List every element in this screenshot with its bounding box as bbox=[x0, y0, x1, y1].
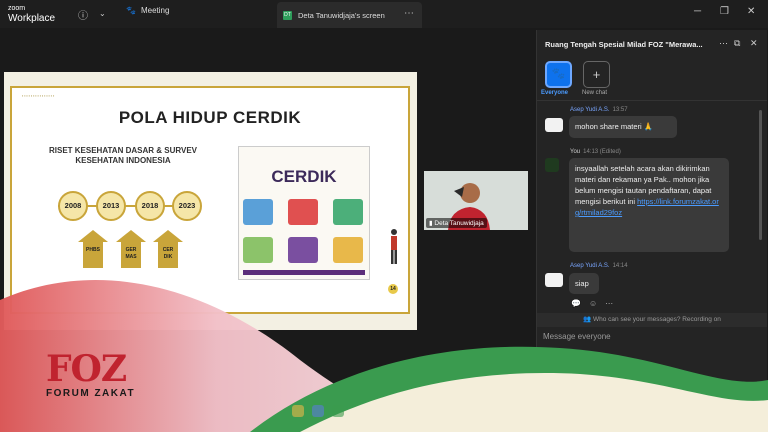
taskbar bbox=[292, 405, 344, 417]
message-header: Asep Yudi A.S. 14:14 bbox=[570, 263, 628, 269]
more-options-icon[interactable]: ⋯ bbox=[719, 38, 728, 49]
close-icon[interactable]: ✕ bbox=[747, 6, 755, 17]
brand-small: zoom bbox=[8, 5, 26, 12]
brand-large: Workplace bbox=[8, 13, 56, 24]
reply-icon[interactable]: 💬 bbox=[571, 299, 581, 308]
clock: 14:16 bbox=[740, 406, 757, 413]
sender-name: Asep Yudi A.S. bbox=[570, 107, 610, 113]
foz-logo-subtitle: FORUM ZAKAT bbox=[46, 388, 136, 399]
message-bubble: siap bbox=[569, 273, 599, 294]
slide-header-text: ▪ ▪ ▪ ▪ ▪ ▪ ▪ ▪ ▪ ▪ ▪ ▪ ▪ ▪ ▪ bbox=[22, 94, 55, 98]
avatar bbox=[545, 273, 563, 287]
poster-tile bbox=[288, 199, 318, 225]
restore-icon[interactable]: ❐ bbox=[720, 6, 729, 17]
app-logo: zoom Workplace bbox=[8, 4, 56, 24]
privacy-notice-text: Who can see your messages? Recording on bbox=[593, 316, 721, 323]
up-arrow: PHBS bbox=[78, 230, 108, 268]
year-circle: 2023 bbox=[172, 191, 202, 221]
folder-icon[interactable] bbox=[292, 405, 304, 417]
people-icon: 👥 bbox=[583, 316, 592, 323]
minimize-icon[interactable]: ─ bbox=[694, 6, 701, 17]
avatar bbox=[545, 118, 563, 132]
presentation-slide: ▪ ▪ ▪ ▪ ▪ ▪ ▪ ▪ ▪ ▪ ▪ ▪ ▪ ▪ ▪ POLA HIDUP… bbox=[10, 86, 410, 314]
up-arrow: CER DIK bbox=[153, 230, 183, 268]
arrow-label: PHBS bbox=[83, 242, 103, 268]
year-circle: 2013 bbox=[96, 191, 126, 221]
paw-icon: 🐾 bbox=[551, 68, 566, 80]
more-icon[interactable]: ⋯ bbox=[605, 299, 613, 308]
privacy-notice[interactable]: 👥 Who can see your messages? Recording o… bbox=[537, 313, 767, 327]
runner-figure bbox=[391, 229, 397, 264]
up-arrow: GER MAS bbox=[116, 230, 146, 268]
chevron-down-icon[interactable]: ⌄ bbox=[99, 9, 106, 18]
foz-logo-text: FOZ bbox=[46, 348, 127, 390]
more-options-icon[interactable]: ⋯ bbox=[404, 8, 414, 19]
pop-out-icon[interactable]: ⧉ bbox=[734, 38, 740, 49]
signal-icon: ▮ bbox=[429, 220, 433, 227]
message-header: You 14:13 (Edited) bbox=[570, 149, 621, 155]
chat-panel: Ruang Tengah Spesial Milad FOZ "Merawa..… bbox=[536, 30, 767, 430]
message-bubble: mohon share materi 🙏 bbox=[569, 116, 677, 138]
shared-screen: ▪ ▪ ▪ ▪ ▪ ▪ ▪ ▪ ▪ ▪ ▪ ▪ ▪ ▪ ▪ POLA HIDUP… bbox=[4, 72, 417, 330]
message-input[interactable]: Message everyone bbox=[543, 332, 611, 341]
plus-icon: + bbox=[592, 67, 601, 82]
participant-name-label: ▮ Deta Tanuwidjaja bbox=[426, 218, 487, 228]
new-chat-button[interactable]: + bbox=[583, 61, 610, 88]
presenter-avatar: DT bbox=[283, 10, 292, 20]
arrow-label: GER MAS bbox=[121, 242, 141, 268]
message-bubble: insyaallah setelah acara akan dikirimkan… bbox=[569, 158, 729, 252]
riset-heading: RISET KESEHATAN DASAR & SURVEV KESEHATAN… bbox=[48, 146, 198, 165]
year-circle: 2018 bbox=[135, 191, 165, 221]
app-icon[interactable] bbox=[332, 405, 344, 417]
divider bbox=[537, 100, 767, 101]
info-icon[interactable]: ⓘ bbox=[78, 7, 88, 22]
poster-tile bbox=[333, 199, 363, 225]
poster-footer-bar bbox=[243, 270, 365, 275]
close-icon[interactable]: ✕ bbox=[750, 38, 758, 49]
message-header: Asep Yudi A.S. 13:57 bbox=[570, 107, 628, 113]
meeting-button[interactable]: 🐾 Meeting bbox=[126, 6, 169, 15]
teams-icon[interactable] bbox=[312, 405, 324, 417]
title-bar: zoom Workplace ⓘ ⌄ 🐾 Meeting DT Deta Tan… bbox=[0, 0, 768, 28]
meeting-label: Meeting bbox=[140, 6, 170, 15]
poster-tile bbox=[243, 199, 273, 225]
message-time: 14:14 bbox=[612, 263, 628, 269]
cerdik-poster: CERDIK bbox=[238, 146, 370, 280]
page-number: 14 bbox=[388, 284, 398, 294]
message-time: 13:57 bbox=[612, 107, 628, 113]
poster-tile bbox=[288, 237, 318, 263]
message-time: 14:13 (Edited) bbox=[583, 149, 621, 155]
video-tile[interactable]: ▮ Deta Tanuwidjaja bbox=[424, 171, 528, 230]
chat-title: Ruang Tengah Spesial Milad FOZ "Merawa..… bbox=[545, 40, 703, 49]
poster-tile bbox=[333, 237, 363, 263]
slide-title: POLA HIDUP CERDIK bbox=[118, 108, 302, 127]
everyone-tab-label: Everyone bbox=[541, 90, 569, 96]
emoji-icon[interactable]: ☺ bbox=[589, 299, 597, 308]
sender-name: Asep Yudi A.S. bbox=[570, 263, 610, 269]
chat-scrollbar[interactable] bbox=[759, 110, 762, 240]
poster-tile bbox=[243, 237, 273, 263]
new-chat-label: New chat bbox=[582, 90, 608, 96]
year-circle: 2008 bbox=[58, 191, 88, 221]
shared-screen-label: Deta Tanuwidjaja's screen bbox=[298, 10, 385, 20]
everyone-tab[interactable]: 🐾 bbox=[545, 61, 572, 88]
paw-icon: 🐾 bbox=[126, 6, 136, 15]
avatar bbox=[545, 158, 559, 172]
shared-screen-tab[interactable]: DT Deta Tanuwidjaja's screen ⋯ bbox=[277, 2, 422, 28]
poster-title: CERDIK bbox=[271, 167, 337, 186]
arrow-label: CER DIK bbox=[158, 242, 178, 268]
message-actions: 💬 ☺ ⋯ bbox=[571, 299, 613, 308]
participant-name: Deta Tanuwidjaja bbox=[434, 220, 484, 227]
foz-logo: FOZ FORUM ZAKAT bbox=[46, 348, 136, 399]
sender-name: You bbox=[570, 149, 581, 155]
